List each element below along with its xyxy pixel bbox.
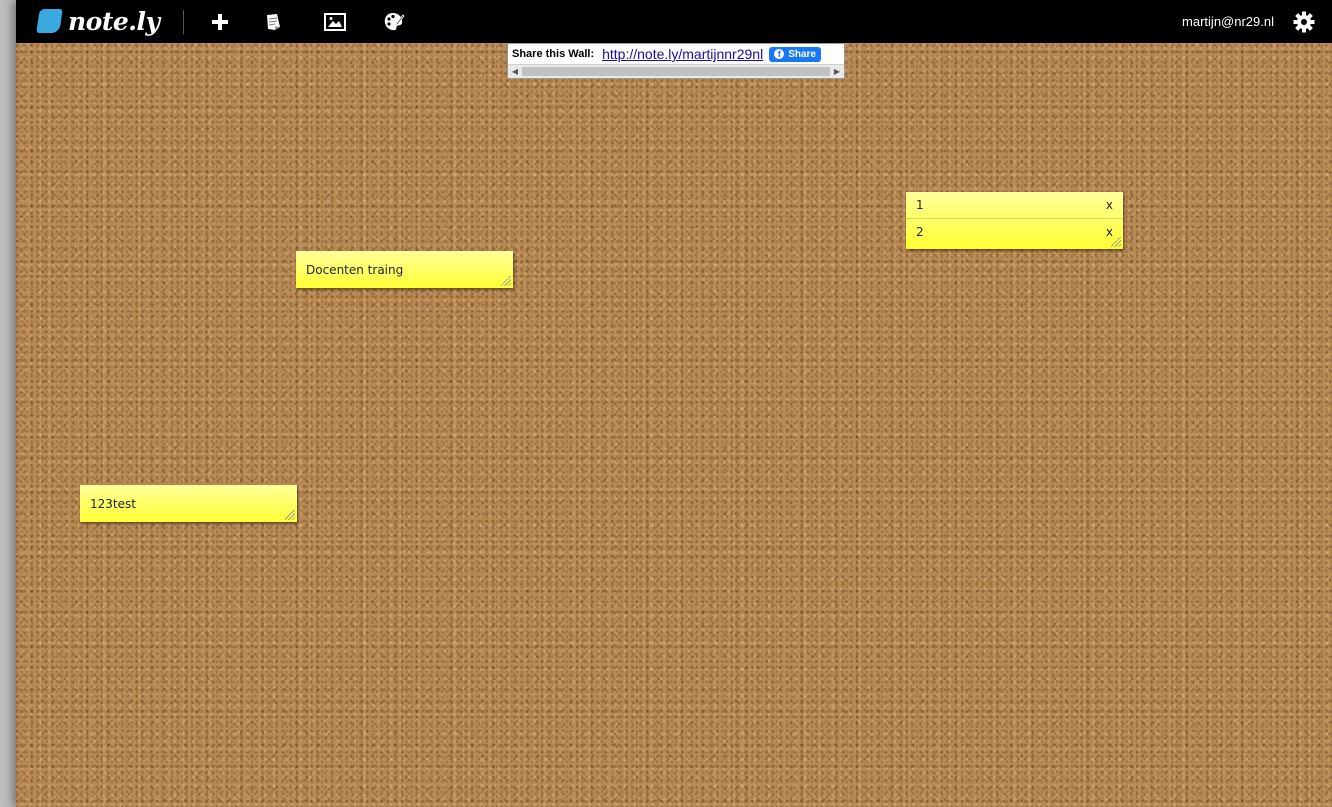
share-scrollbar[interactable]: ◀ ▶ (508, 64, 844, 78)
plus-icon (212, 14, 228, 30)
resize-handle-icon[interactable] (501, 276, 511, 286)
scroll-left-arrow-icon[interactable]: ◀ (510, 67, 520, 76)
note-icon (267, 14, 280, 30)
facebook-share-button[interactable]: f Share (769, 46, 821, 62)
list-note[interactable]: 1 x 2 x (906, 192, 1123, 249)
scrollbar-thumb[interactable] (522, 67, 830, 76)
share-label: Share this Wall: (512, 48, 595, 60)
user-email[interactable]: martijn@nr29.nl (1182, 14, 1274, 29)
share-wall-bar: Share this Wall: http://note.ly/martijnn… (507, 43, 845, 79)
logo[interactable]: note.ly (36, 6, 160, 36)
theme-button[interactable] (380, 8, 408, 36)
resize-handle-icon[interactable] (285, 510, 295, 520)
cork-board[interactable] (16, 43, 1332, 807)
app-window: note.ly martijn@nr29.nl Share this Wall:… (16, 0, 1332, 807)
list-item-text[interactable]: 2 (916, 225, 924, 239)
settings-button[interactable] (1292, 10, 1316, 34)
logo-text: note.ly (68, 6, 160, 36)
add-image-button[interactable] (321, 8, 349, 36)
resize-handle-icon[interactable] (1111, 237, 1121, 247)
sticky-note[interactable]: Docenten traing (296, 251, 513, 288)
facebook-icon: f (774, 49, 785, 59)
list-item-text[interactable]: 1 (916, 198, 924, 212)
logo-note-icon (36, 9, 63, 33)
note-text[interactable]: Docenten traing (296, 251, 513, 289)
gear-icon (1293, 11, 1315, 33)
palette-icon (384, 13, 405, 31)
add-sticky-button[interactable] (259, 8, 287, 36)
toolbar-divider (183, 10, 184, 34)
add-note-button[interactable] (206, 8, 234, 36)
sticky-note[interactable]: 123test (80, 485, 297, 522)
remove-item-button[interactable]: x (1106, 192, 1113, 218)
scroll-right-arrow-icon[interactable]: ▶ (832, 67, 842, 76)
list-item[interactable]: 2 x (906, 219, 1123, 245)
note-text[interactable]: 123test (80, 485, 297, 523)
facebook-share-label: Share (788, 48, 816, 60)
image-icon (324, 13, 346, 31)
top-navigation-bar: note.ly martijn@nr29.nl (16, 0, 1332, 43)
list-item[interactable]: 1 x (906, 192, 1123, 219)
share-url-link[interactable]: http://note.ly/martijnnr29nl (602, 46, 763, 62)
